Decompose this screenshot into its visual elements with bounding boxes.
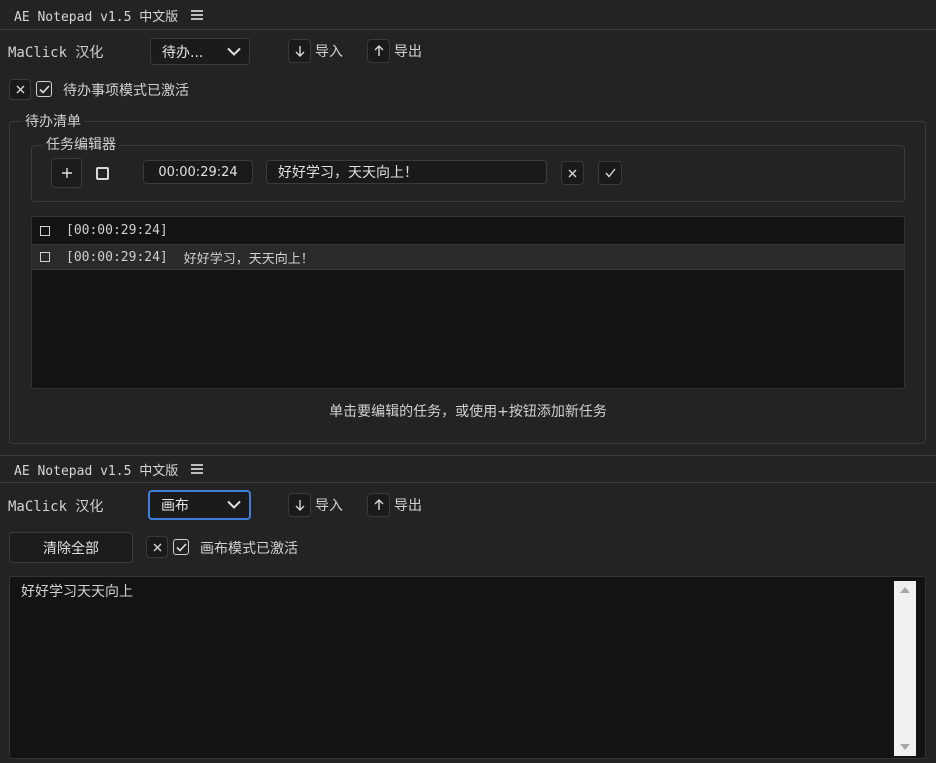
canvas-textarea[interactable]: 好好学习天天向上 <box>9 576 926 759</box>
mode-select[interactable]: 画布 <box>148 490 251 520</box>
arrow-up-icon <box>374 45 383 56</box>
mode-status-label: 画布模式已激活 <box>200 541 298 557</box>
mode-active-checkbox[interactable] <box>36 81 52 97</box>
export-label[interactable]: 导出 <box>394 41 422 61</box>
panel2-title: AE Notepad v1.5 中文版 <box>14 464 179 479</box>
task-time: [00:00:29:24] <box>66 249 168 265</box>
task-list: [00:00:29:24] [00:00:29:24] 好好学习，天天向上！ <box>31 216 905 389</box>
mode-select[interactable]: 待办... <box>150 38 250 65</box>
task-text-input[interactable]: 好好学习，天天向上！ <box>266 160 547 184</box>
canvas-text: 好好学习天天向上 <box>21 584 133 600</box>
import-label[interactable]: 导入 <box>315 41 343 61</box>
task-row[interactable]: [00:00:29:24] <box>32 217 904 244</box>
panel2: AE Notepad v1.5 中文版 MaClick 汉化 画布 导入 导出 … <box>0 456 936 763</box>
maclick-label: MaClick 汉化 <box>8 45 104 61</box>
chevron-down-icon <box>227 500 241 509</box>
vertical-scrollbar[interactable] <box>894 581 916 756</box>
task-checkbox[interactable] <box>40 225 50 236</box>
plus-icon <box>61 168 72 178</box>
hamburger-icon[interactable] <box>191 10 203 20</box>
confirm-edit-button[interactable] <box>598 161 622 185</box>
check-icon <box>175 542 187 552</box>
scroll-up-icon[interactable] <box>899 586 911 594</box>
add-task-button[interactable] <box>51 158 82 188</box>
task-time: [00:00:29:24] <box>66 223 168 238</box>
check-icon <box>604 168 616 178</box>
editor-group-label: 任务编辑器 <box>43 134 119 154</box>
import-button[interactable] <box>288 39 311 63</box>
task-row[interactable]: [00:00:29:24] 好好学习，天天向上！ <box>32 244 904 270</box>
timecode-field[interactable]: 00:00:29:24 <box>143 160 253 184</box>
import-button[interactable] <box>288 493 311 517</box>
close-icon <box>16 85 24 94</box>
cancel-edit-button[interactable] <box>561 161 584 185</box>
panel1: AE Notepad v1.5 中文版 MaClick 汉化 待办... 导入 … <box>0 0 936 455</box>
clear-all-button[interactable]: 清除全部 <box>9 532 133 563</box>
timecode-value: 00:00:29:24 <box>158 164 238 180</box>
mode-status-label: 待办事项模式已激活 <box>63 83 189 99</box>
arrow-down-icon <box>295 46 304 57</box>
panel1-title-divider <box>0 29 936 30</box>
mode-select-value: 画布 <box>161 498 189 514</box>
task-checkbox[interactable] <box>40 252 50 262</box>
editor-checkbox[interactable] <box>96 167 109 180</box>
export-button[interactable] <box>367 493 390 517</box>
mode-select-value: 待办... <box>162 44 204 61</box>
import-label[interactable]: 导入 <box>315 495 343 515</box>
close-icon <box>153 543 161 551</box>
check-icon <box>38 84 50 94</box>
chevron-down-icon <box>227 47 241 56</box>
todo-group-label: 待办清单 <box>22 111 84 131</box>
mode-active-checkbox[interactable] <box>173 539 189 555</box>
close-mode-button[interactable] <box>146 536 168 558</box>
maclick-label: MaClick 汉化 <box>8 499 104 515</box>
close-icon <box>568 169 577 177</box>
panel2-title-divider <box>0 482 936 483</box>
panel1-title: AE Notepad v1.5 中文版 <box>14 10 179 25</box>
hint-text: 单击要编辑的任务，或使用+按钮添加新任务 <box>329 404 607 420</box>
task-text: 好好学习，天天向上！ <box>183 251 314 267</box>
scroll-down-icon[interactable] <box>899 743 911 751</box>
task-text-value: 好好学习，天天向上！ <box>278 165 418 181</box>
export-label[interactable]: 导出 <box>394 495 422 515</box>
hamburger-icon[interactable] <box>191 464 203 474</box>
arrow-up-icon <box>374 499 383 510</box>
arrow-down-icon <box>295 500 304 511</box>
export-button[interactable] <box>367 39 390 63</box>
close-mode-button[interactable] <box>9 79 31 100</box>
